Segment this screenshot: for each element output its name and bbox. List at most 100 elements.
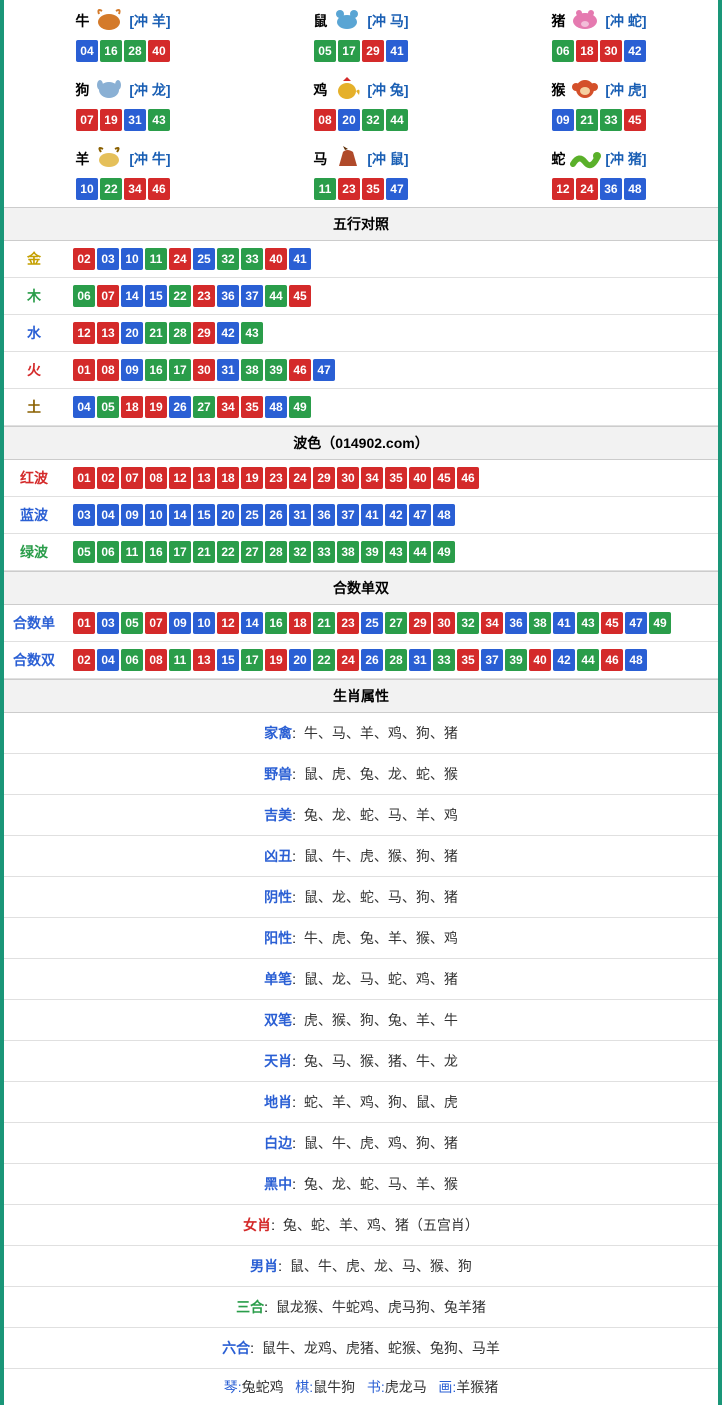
row-numbers: 05061116172122272832333839434449 bbox=[64, 534, 718, 571]
attr-value: 兔、蛇、羊、鸡、猪（五宫肖） bbox=[283, 1217, 479, 1233]
number-ball: 29 bbox=[193, 322, 215, 344]
number-ball: 34 bbox=[217, 396, 239, 418]
zodiac-conflict: [冲 马] bbox=[367, 11, 408, 31]
zodiac-grid: 牛 [冲 羊] 04162840 鼠 [冲 马] 05172941 猪 [冲 蛇… bbox=[4, 0, 718, 207]
quad-val: 鼠牛狗 bbox=[313, 1379, 355, 1395]
number-ball: 36 bbox=[217, 285, 239, 307]
number-ball: 34 bbox=[124, 178, 146, 200]
zodiac-numbers: 11233547 bbox=[242, 177, 480, 201]
attr-label: 凶丑 bbox=[264, 848, 292, 864]
row-label: 合数双 bbox=[4, 642, 64, 679]
number-ball: 45 bbox=[289, 285, 311, 307]
monkey-icon bbox=[569, 75, 601, 104]
attr-label: 阴性 bbox=[264, 889, 292, 905]
number-ball: 44 bbox=[577, 649, 599, 671]
number-ball: 11 bbox=[169, 649, 191, 671]
number-ball: 22 bbox=[169, 285, 191, 307]
attr-label: 家禽 bbox=[264, 725, 292, 741]
number-ball: 23 bbox=[193, 285, 215, 307]
number-ball: 47 bbox=[386, 178, 408, 200]
zodiac-conflict: [冲 虎] bbox=[605, 80, 646, 100]
attr-value: 鼠龙猴、牛蛇鸡、虎马狗、兔羊猪 bbox=[276, 1299, 486, 1315]
row-numbers: 0204060811131517192022242628313335373940… bbox=[64, 642, 718, 679]
attr-value: 鼠、牛、虎、猴、狗、猪 bbox=[304, 848, 458, 864]
number-ball: 44 bbox=[386, 109, 408, 131]
number-ball: 42 bbox=[385, 504, 407, 526]
zodiac-conflict: [冲 猪] bbox=[605, 149, 646, 169]
number-ball: 40 bbox=[148, 40, 170, 62]
number-ball: 22 bbox=[313, 649, 335, 671]
quad-key: 棋: bbox=[295, 1379, 313, 1395]
page-container: 牛 [冲 羊] 04162840 鼠 [冲 马] 05172941 猪 [冲 蛇… bbox=[0, 0, 722, 1405]
row-numbers: 02031011242532334041 bbox=[64, 241, 718, 278]
number-ball: 17 bbox=[169, 541, 191, 563]
number-ball: 05 bbox=[97, 396, 119, 418]
number-ball: 20 bbox=[121, 322, 143, 344]
zodiac-numbers: 08203244 bbox=[242, 108, 480, 132]
section-header-wuxing: 五行对照 bbox=[4, 207, 718, 241]
quad-val: 兔蛇鸡 bbox=[242, 1379, 284, 1395]
attr-value: 鼠牛、龙鸡、虎猪、蛇猴、兔狗、马羊 bbox=[262, 1340, 500, 1356]
table-row: 合数单 010305070910121416182123252729303234… bbox=[4, 605, 718, 642]
number-ball: 02 bbox=[73, 248, 95, 270]
section-header-heshu: 合数单双 bbox=[4, 571, 718, 605]
attr-label: 野兽 bbox=[264, 766, 292, 782]
number-ball: 21 bbox=[576, 109, 598, 131]
number-ball: 33 bbox=[600, 109, 622, 131]
number-ball: 14 bbox=[169, 504, 191, 526]
zodiac-cell: 猴 [冲 虎] 09213345 bbox=[480, 69, 718, 138]
row-label: 红波 bbox=[4, 460, 64, 497]
number-ball: 10 bbox=[193, 612, 215, 634]
row-numbers: 1213202128294243 bbox=[64, 315, 718, 352]
wuxing-table: 金 02031011242532334041 木 060714152223363… bbox=[4, 241, 718, 426]
table-row: 合数双 020406081113151719202224262831333537… bbox=[4, 642, 718, 679]
number-ball: 41 bbox=[289, 248, 311, 270]
attr-label: 天肖 bbox=[264, 1053, 292, 1069]
number-ball: 49 bbox=[289, 396, 311, 418]
number-ball: 15 bbox=[193, 504, 215, 526]
zodiac-cell: 羊 [冲 牛] 10223446 bbox=[4, 138, 242, 207]
attr-row: 女肖: 兔、蛇、羊、鸡、猪（五宫肖） bbox=[4, 1205, 718, 1246]
number-ball: 30 bbox=[193, 359, 215, 381]
attr-label: 男肖 bbox=[250, 1258, 278, 1274]
number-ball: 17 bbox=[241, 649, 263, 671]
attr-row: 家禽: 牛、马、羊、鸡、狗、猪 bbox=[4, 713, 718, 754]
attr-value: 蛇、羊、鸡、狗、鼠、虎 bbox=[304, 1094, 458, 1110]
number-ball: 30 bbox=[600, 40, 622, 62]
number-ball: 36 bbox=[313, 504, 335, 526]
zodiac-cell: 蛇 [冲 猪] 12243648 bbox=[480, 138, 718, 207]
number-ball: 41 bbox=[386, 40, 408, 62]
number-ball: 32 bbox=[217, 248, 239, 270]
number-ball: 40 bbox=[265, 248, 287, 270]
number-ball: 21 bbox=[145, 322, 167, 344]
number-ball: 46 bbox=[148, 178, 170, 200]
number-ball: 28 bbox=[385, 649, 407, 671]
row-label: 金 bbox=[4, 241, 64, 278]
number-ball: 08 bbox=[145, 649, 167, 671]
attr-row: 野兽: 鼠、虎、兔、龙、蛇、猴 bbox=[4, 754, 718, 795]
number-ball: 47 bbox=[409, 504, 431, 526]
number-ball: 31 bbox=[409, 649, 431, 671]
number-ball: 22 bbox=[100, 178, 122, 200]
number-ball: 15 bbox=[217, 649, 239, 671]
number-ball: 49 bbox=[649, 612, 671, 634]
number-ball: 09 bbox=[121, 504, 143, 526]
number-ball: 46 bbox=[601, 649, 623, 671]
number-ball: 21 bbox=[313, 612, 335, 634]
number-ball: 31 bbox=[289, 504, 311, 526]
number-ball: 24 bbox=[576, 178, 598, 200]
number-ball: 13 bbox=[193, 467, 215, 489]
row-label: 蓝波 bbox=[4, 497, 64, 534]
number-ball: 48 bbox=[624, 178, 646, 200]
number-ball: 27 bbox=[385, 612, 407, 634]
attr-value: 虎、猴、狗、兔、羊、牛 bbox=[304, 1012, 458, 1028]
number-ball: 48 bbox=[265, 396, 287, 418]
attr-value: 鼠、龙、蛇、马、狗、猪 bbox=[304, 889, 458, 905]
number-ball: 20 bbox=[289, 649, 311, 671]
number-ball: 28 bbox=[265, 541, 287, 563]
row-numbers: 03040910141520252631363741424748 bbox=[64, 497, 718, 534]
number-ball: 42 bbox=[624, 40, 646, 62]
number-ball: 05 bbox=[73, 541, 95, 563]
number-ball: 41 bbox=[553, 612, 575, 634]
number-ball: 06 bbox=[97, 541, 119, 563]
